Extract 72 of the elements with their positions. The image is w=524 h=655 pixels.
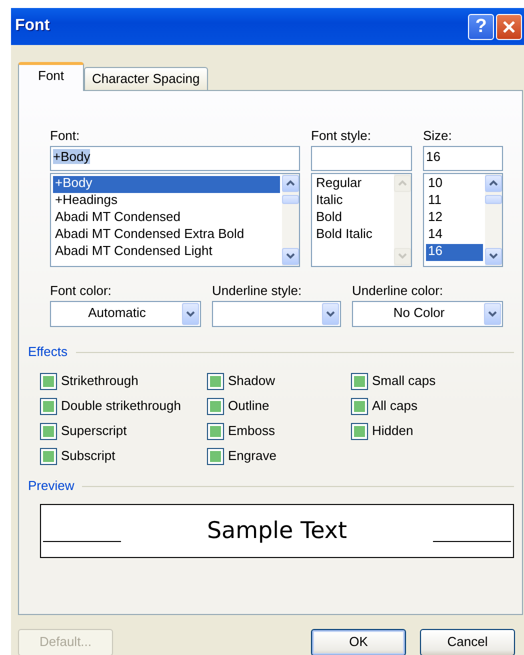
scroll-up-button[interactable] [485,174,502,192]
checkbox[interactable] [40,422,57,440]
checkbox[interactable] [351,422,368,440]
field-label: Size: [423,129,453,144]
checkbox-label[interactable]: Emboss [228,424,275,439]
list-item[interactable]: +Headings [53,192,280,210]
window-title: Font [15,17,51,36]
list-item[interactable]: 16 [426,244,483,261]
help-button[interactable]: ? [468,14,494,40]
checkbox-label[interactable]: Superscript [61,424,127,439]
list-item[interactable]: Abadi MT Condensed Extra Bold [53,226,280,244]
list-item[interactable]: 10 [426,176,483,193]
checkbox[interactable] [40,372,57,390]
list-item[interactable]: Abadi MT Condensed Light [53,244,280,261]
list-item[interactable]: +Body [53,176,280,193]
dropdown-arrow-button[interactable] [484,302,501,325]
dropdown[interactable] [212,300,341,327]
checkbox[interactable] [207,372,224,390]
checkbox[interactable] [351,398,368,415]
scroll-thumb[interactable] [485,194,502,204]
dropdown-arrow-button[interactable] [322,302,339,325]
list-item[interactable]: 11 [426,192,483,210]
checkbox-label[interactable]: Engrave [228,448,276,464]
checkbox[interactable] [40,398,57,415]
close-button[interactable] [496,14,522,40]
dropdown-arrow-button[interactable] [182,302,199,325]
sample-text: Sample Text [206,518,348,544]
field-label: Font color: [50,284,112,299]
close-icon [502,20,516,34]
scroll-down-button[interactable] [282,248,299,265]
list-item[interactable]: Bold [314,210,392,227]
scroll-down-button[interactable] [485,248,502,265]
dropdown[interactable]: No Color [352,300,503,327]
field-label: Underline style: [212,284,303,299]
scroll-thumb[interactable] [282,194,299,204]
checkbox[interactable] [207,398,224,415]
tab[interactable]: Font [18,62,84,91]
dropdown-value: No Color [392,306,446,322]
checkbox-label[interactable]: Outline [228,398,270,414]
size-field[interactable]: 16 [423,146,503,171]
checkbox-label[interactable]: Double strikethrough [61,398,181,414]
list-item[interactable]: Bold Italic [314,226,392,244]
style-field[interactable] [311,146,412,171]
field-label: Font: [50,129,81,144]
checkbox[interactable] [207,448,224,465]
list-item[interactable]: Italic [314,192,392,210]
field-label: Font style: [311,129,372,144]
list-item[interactable]: 12 [426,210,483,227]
checkbox-label[interactable]: Subscript [61,448,116,464]
dialog-button[interactable]: Cancel [420,629,515,655]
checkbox[interactable] [351,372,368,390]
checkbox-label[interactable]: All caps [372,398,418,414]
group-title: Effects [28,344,68,360]
checkbox-label[interactable]: Hidden [372,424,414,439]
group-title: Preview [28,478,74,494]
tab[interactable]: Character Spacing [84,67,208,90]
font-field[interactable]: +Body [50,146,300,171]
scrollbar[interactable] [485,174,502,266]
list-item[interactable]: Abadi MT Condensed [53,210,280,227]
scrollbar[interactable] [282,174,299,266]
dropdown[interactable]: Automatic [50,300,201,327]
scroll-up-button[interactable] [282,174,299,192]
checkbox[interactable] [207,422,224,440]
dropdown-value: Automatic [87,306,147,322]
field-label: Underline color: [352,284,444,299]
checkbox-label[interactable]: Strikethrough [61,374,138,389]
checkbox[interactable] [40,448,57,465]
checkbox-label[interactable]: Small caps [372,374,436,389]
list-item[interactable]: Regular [314,176,392,193]
dialog-button[interactable]: OK [311,629,406,655]
checkbox-label[interactable]: Shadow [228,374,275,389]
list-item[interactable]: 14 [426,226,483,244]
